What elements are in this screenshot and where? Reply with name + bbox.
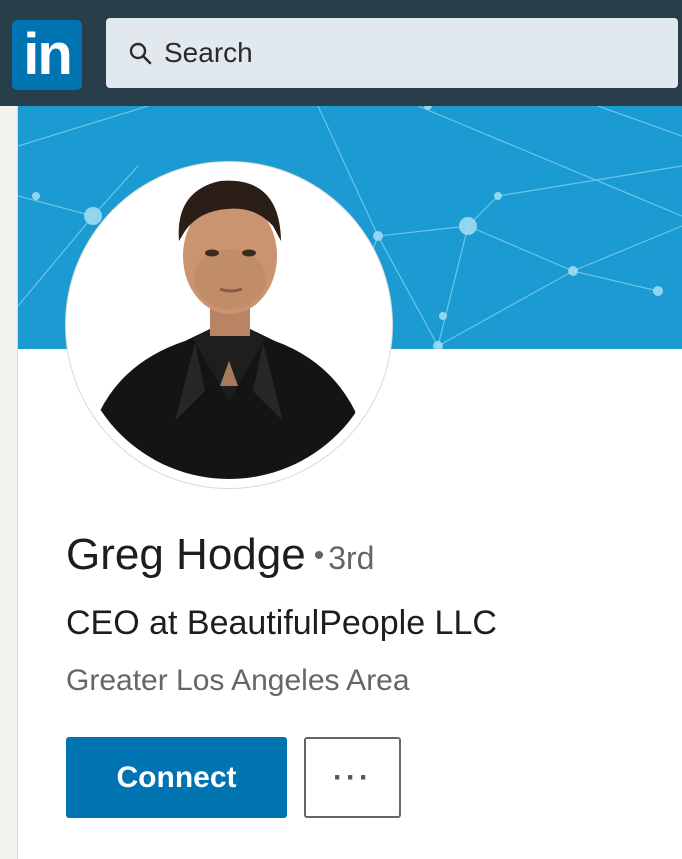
profile-name: Greg Hodge xyxy=(66,530,306,579)
connect-button[interactable]: Connect xyxy=(66,737,287,818)
more-icon: ··· xyxy=(333,760,372,794)
linkedin-logo[interactable]: in xyxy=(12,20,82,90)
profile-location: Greater Los Angeles Area xyxy=(66,664,410,697)
profile-photo[interactable] xyxy=(66,162,392,488)
search-input[interactable]: Search xyxy=(106,18,678,88)
search-icon xyxy=(129,42,152,65)
page-left-edge xyxy=(0,106,18,859)
top-nav-bar: in Search xyxy=(0,0,682,106)
profile-name-row: Greg Hodge • 3rd xyxy=(66,530,374,580)
search-placeholder: Search xyxy=(164,37,253,68)
separator-dot: • xyxy=(313,539,325,572)
more-actions-button[interactable]: ··· xyxy=(304,737,401,818)
profile-headline: CEO at BeautifulPeople LLC xyxy=(66,604,497,642)
connection-degree: 3rd xyxy=(328,540,375,576)
